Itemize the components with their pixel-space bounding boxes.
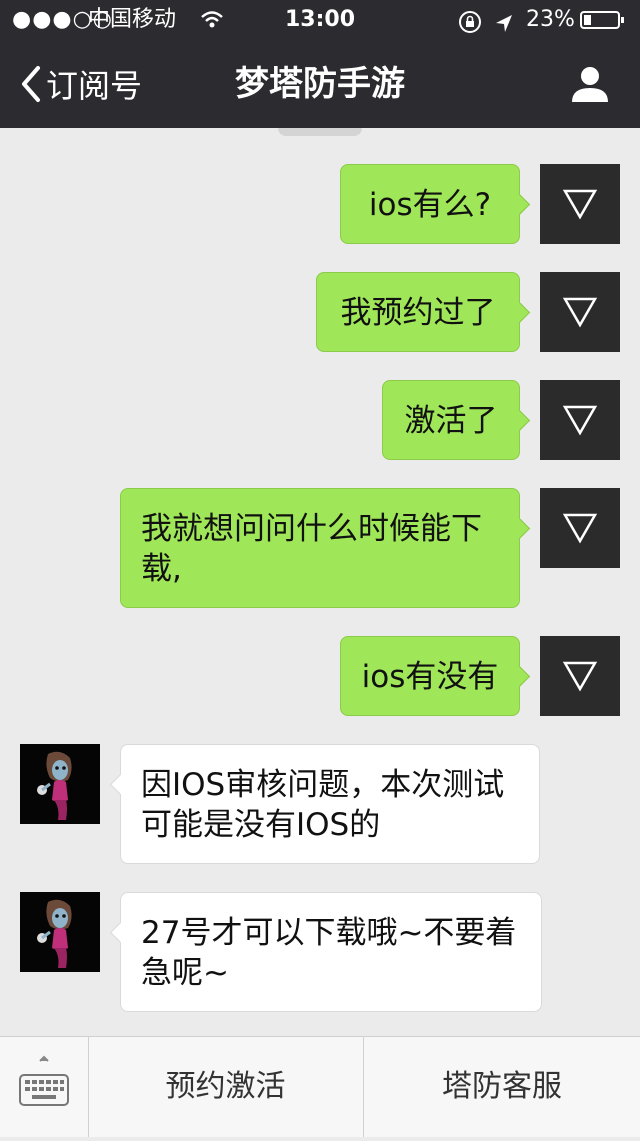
message-bubble-mine[interactable]: ios有么?	[340, 164, 531, 244]
message-text: 我预约过了	[340, 295, 496, 331]
menu-button-customer-service[interactable]: 塔防客服	[364, 1037, 640, 1137]
top-bar: ●●●○○ 中国移动 13:00 23% 订阅号 梦塔防手游	[0, 0, 640, 128]
message-bubble-theirs[interactable]: 27号才可以下载哦~不要着急呢~	[109, 892, 542, 1012]
triangle-down-icon	[562, 405, 598, 436]
message-bubble-mine[interactable]: 激活了	[382, 380, 531, 460]
triangle-down-icon	[562, 189, 598, 220]
page-title: 梦塔防手游	[235, 64, 405, 104]
battery-percent: 23%	[526, 7, 575, 32]
my-avatar[interactable]	[540, 488, 620, 568]
message-text: ios有没有	[361, 659, 499, 695]
profile-icon[interactable]	[570, 64, 610, 104]
message-bubble-mine[interactable]: 我预约过了	[316, 272, 531, 352]
message-text: 激活了	[404, 403, 498, 439]
message-text: 我就想问问什么时候能下载,	[141, 511, 482, 587]
battery-icon	[580, 11, 624, 29]
message-text: 27号才可以下载哦~不要着急呢~	[141, 915, 517, 991]
my-avatar[interactable]	[540, 380, 620, 460]
triangle-down-icon	[562, 661, 598, 692]
menu-button-reserve-activate[interactable]: 预约激活	[88, 1037, 364, 1137]
my-avatar[interactable]	[540, 636, 620, 716]
status-bar: ●●●○○ 中国移动 13:00 23%	[0, 0, 640, 40]
message-text: 因IOS审核问题，本次测试可能是没有IOS的	[141, 767, 505, 843]
keyboard-toggle-button[interactable]	[0, 1037, 89, 1137]
triangle-down-icon	[562, 513, 598, 544]
account-avatar[interactable]	[20, 744, 100, 824]
my-avatar[interactable]	[540, 272, 620, 352]
message-text: ios有么?	[368, 187, 492, 223]
message-bubble-mine[interactable]: 我就想问问什么时候能下载,	[120, 488, 531, 608]
pull-tab	[278, 128, 362, 136]
bottom-menu-bar: 预约激活 塔防客服	[0, 1036, 640, 1137]
message-bubble-theirs[interactable]: 因IOS审核问题，本次测试可能是没有IOS的	[109, 744, 540, 864]
message-bubble-mine[interactable]: ios有没有	[340, 636, 531, 716]
nav-bar: 订阅号 梦塔防手游	[0, 40, 640, 128]
my-avatar[interactable]	[540, 164, 620, 244]
keyboard-icon	[19, 1055, 69, 1106]
triangle-down-icon	[562, 297, 598, 328]
account-avatar[interactable]	[20, 892, 100, 972]
